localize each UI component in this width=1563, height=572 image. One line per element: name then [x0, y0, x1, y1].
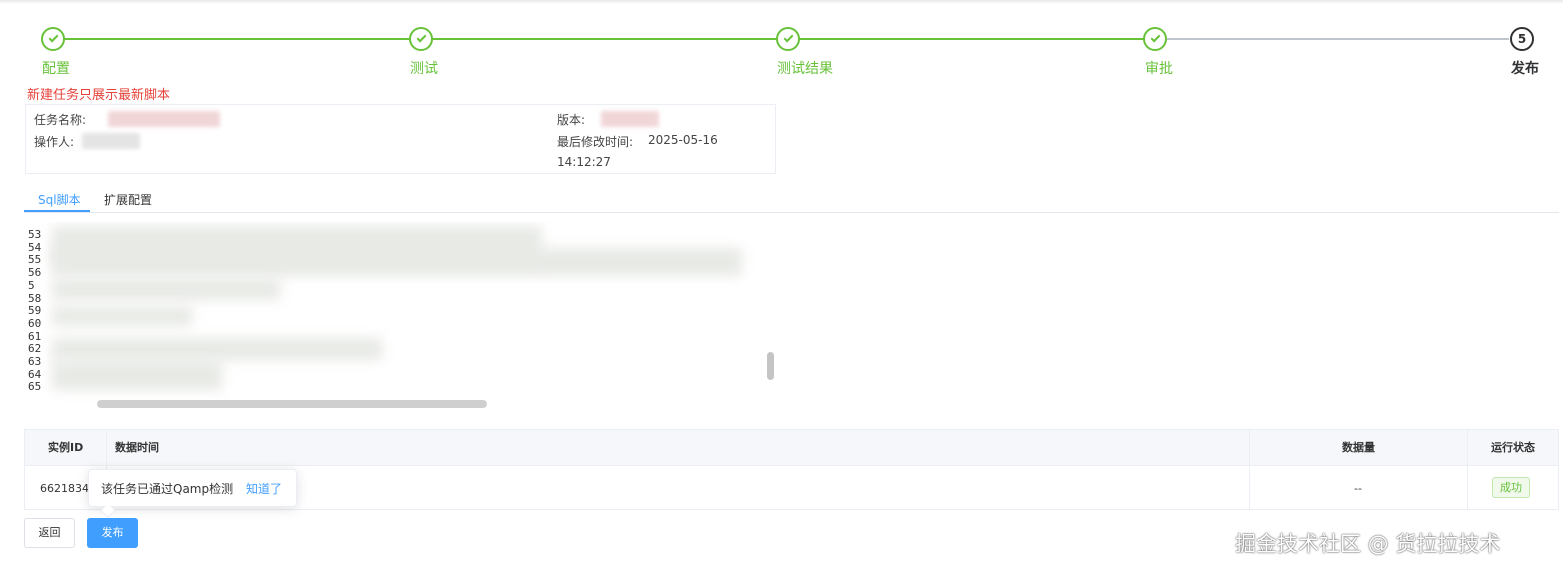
modified-time: 14:12:27 — [557, 155, 611, 169]
back-button[interactable]: 返回 — [24, 518, 75, 548]
tab-sql-script[interactable]: Sql脚本 — [38, 191, 81, 208]
code-redacted — [52, 248, 742, 276]
code-redacted — [52, 306, 192, 326]
version-value-redacted — [601, 111, 659, 127]
column-divider — [1249, 430, 1250, 509]
step-connector — [432, 38, 777, 40]
step-title-publish: 发布 — [1511, 61, 1539, 77]
step-title-test: 测试 — [410, 61, 438, 77]
notice-text: 新建任务只展示最新脚本 — [27, 88, 171, 103]
header-data-time: 数据时间 — [115, 441, 159, 454]
operator-label: 操作人: — [34, 135, 75, 149]
line-number: 5 — [28, 278, 35, 292]
horizontal-scrollbar[interactable] — [97, 400, 487, 408]
popover-arrow — [100, 503, 116, 519]
line-number: 63 — [28, 355, 42, 369]
watermark-text: 掘金技术社区 @ 货拉拉技术 — [1235, 532, 1501, 556]
step-title-test-result: 测试结果 — [777, 61, 833, 77]
code-redacted — [52, 338, 382, 360]
task-name-label: 任务名称: — [34, 113, 87, 127]
tab-bar: Sql脚本 扩展配置 — [24, 186, 1559, 213]
step-title-config: 配置 — [42, 61, 70, 77]
line-numbers: 53 54 55 56 5 58 59 60 61 62 63 64 65 — [28, 228, 42, 394]
status-badge: 成功 — [1492, 477, 1530, 498]
step-5-number: 5 — [1510, 27, 1534, 51]
step-connector — [1166, 38, 1509, 40]
tab-extended-config[interactable]: 扩展配置 — [104, 191, 152, 208]
line-number: 65 — [28, 380, 42, 394]
modified-date: 2025-05-16 — [648, 133, 718, 147]
task-name-value-redacted — [108, 111, 220, 127]
step-title-approval: 审批 — [1145, 61, 1173, 77]
publish-button[interactable]: 发布 — [87, 518, 138, 548]
header-run-status: 运行状态 — [1491, 441, 1535, 454]
cell-data-count: -- — [1354, 482, 1362, 495]
step-connector — [64, 38, 410, 40]
version-label: 版本: — [557, 113, 586, 127]
code-redacted — [52, 278, 280, 300]
step-4-check-icon — [1143, 27, 1167, 51]
line-number: 60 — [28, 316, 42, 330]
step-1-check-icon — [41, 27, 65, 51]
step-3-check-icon — [776, 27, 800, 51]
vertical-scrollbar[interactable] — [767, 352, 774, 380]
step-2-check-icon — [409, 27, 433, 51]
popover-message: 该任务已通过Qamp检测 — [101, 482, 234, 496]
qamp-check-popover: 该任务已通过Qamp检测 知道了 — [88, 469, 297, 519]
step-connector — [799, 38, 1144, 40]
table-header: 实例ID 数据时间 数据量 运行状态 — [25, 430, 1558, 466]
sql-code-editor[interactable]: 53 54 55 56 5 58 59 60 61 62 63 64 65 — [24, 222, 784, 412]
line-number: 53 — [28, 228, 42, 241]
active-tab-indicator — [24, 210, 90, 212]
task-info-panel: 任务名称: 操作人: 版本: 最后修改时间: 2025-05-16 14:12:… — [25, 104, 776, 174]
popover-dismiss-link[interactable]: 知道了 — [246, 480, 282, 497]
code-redacted — [52, 360, 222, 390]
modified-time-label: 最后修改时间: — [557, 135, 634, 149]
header-instance-id: 实例ID — [48, 441, 84, 454]
header-data-count: 数据量 — [1342, 441, 1375, 454]
line-number: 56 — [28, 266, 42, 280]
steps-bar: 5 配置 测试 测试结果 审批 发布 — [0, 0, 1563, 90]
column-divider — [1467, 430, 1468, 509]
operator-value-redacted — [82, 133, 140, 149]
